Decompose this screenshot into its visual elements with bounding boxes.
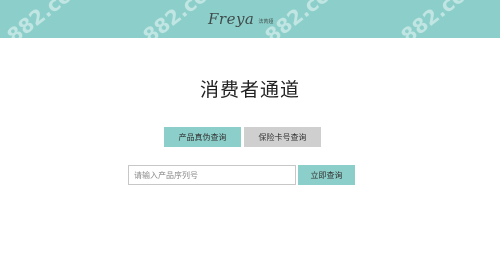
logo-subtitle: 法芮娅 xyxy=(258,19,274,25)
tab-product-authenticity[interactable]: 产品真伪查询 xyxy=(164,127,241,147)
serial-number-input[interactable] xyxy=(128,165,296,185)
watermark-text: 882.cc xyxy=(2,0,74,38)
top-header-bar: 882.cc 882.cc 882.cc 882.cc Freya 法芮娅 xyxy=(0,0,500,38)
query-button[interactable]: 立即查询 xyxy=(298,165,355,185)
tab-warranty-card[interactable]: 保险卡号查询 xyxy=(244,127,321,147)
watermark-text: 882.cc xyxy=(138,0,210,38)
watermark-text: 882.cc xyxy=(396,0,468,38)
brand-logo[interactable]: Freya 法芮娅 xyxy=(208,6,273,32)
logo-wordmark: Freya xyxy=(208,10,255,28)
page-title: 消费者通道 xyxy=(199,79,300,101)
